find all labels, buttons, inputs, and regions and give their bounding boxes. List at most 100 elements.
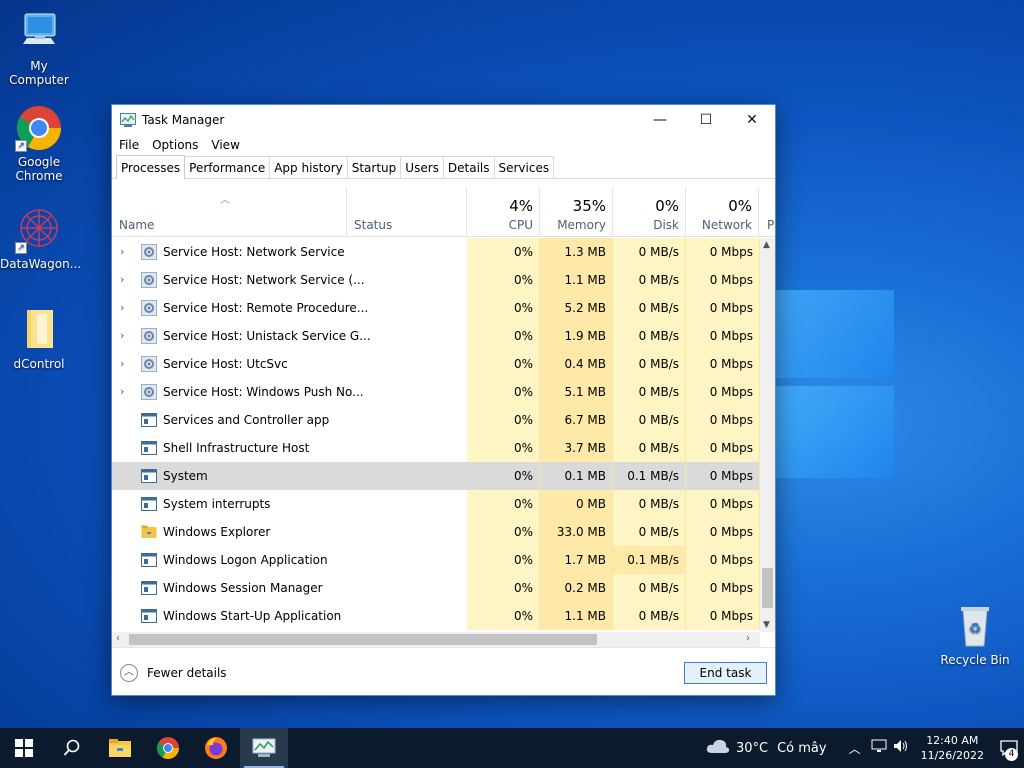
- desktop-icon-datawagon[interactable]: ↗ DataWagon...: [0, 206, 81, 271]
- folder-icon: [141, 524, 157, 540]
- desktop-icon-my-computer[interactable]: My Computer: [0, 8, 78, 87]
- table-row[interactable]: › Service Host: UtcSvc 0% 0.4 MB 0 MB/s 0 Mbp…: [112, 350, 760, 378]
- tab-users[interactable]: Users: [400, 156, 444, 178]
- column-network[interactable]: 0% Network: [686, 187, 759, 237]
- process-disk: 0 MB/s: [613, 518, 686, 546]
- gear-icon: [141, 384, 157, 400]
- clock[interactable]: 12:40 AM 11/26/2022: [921, 733, 984, 763]
- desktop-icon-recycle-bin[interactable]: ♻ Recycle Bin: [936, 602, 1014, 667]
- vertical-scroll-thumb[interactable]: [762, 568, 773, 608]
- end-task-button[interactable]: End task: [684, 662, 767, 684]
- scroll-left-icon[interactable]: ‹: [116, 633, 120, 644]
- process-cpu: 0%: [467, 322, 540, 350]
- expand-chevron-icon[interactable]: ›: [120, 357, 124, 370]
- vertical-scrollbar[interactable]: ▲ ▼: [760, 238, 775, 632]
- process-network: 0 Mbps: [686, 434, 760, 462]
- table-row[interactable]: System 0% 0.1 MB 0.1 MB/s 0 Mbps: [112, 462, 760, 490]
- process-cpu: 0%: [467, 294, 540, 322]
- shortcut-arrow-icon: ↗: [15, 140, 27, 152]
- desktop-icon-google-chrome[interactable]: ↗ Google Chrome: [0, 104, 78, 183]
- table-row[interactable]: › Service Host: Network Service 0% 1.3 MB 0 …: [112, 238, 760, 266]
- network-icon[interactable]: [871, 739, 887, 757]
- table-row[interactable]: Windows Session Manager 0% 0.2 MB 0 MB/s 0 M…: [112, 574, 760, 602]
- window-icon: [141, 412, 157, 428]
- expand-chevron-icon[interactable]: ›: [120, 273, 124, 286]
- column-status[interactable]: Status: [347, 187, 467, 237]
- table-row[interactable]: › Service Host: Network Service (... 0% 1.1…: [112, 266, 760, 294]
- volume-icon[interactable]: [893, 739, 909, 757]
- maximize-button[interactable]: ☐: [683, 105, 729, 135]
- table-row[interactable]: Windows Logon Application 0% 1.7 MB 0.1 MB/…: [112, 546, 760, 574]
- taskbar-chrome[interactable]: [144, 728, 192, 768]
- title-bar[interactable]: Task Manager — ☐ ✕: [112, 105, 775, 135]
- process-network: 0 Mbps: [686, 462, 760, 490]
- table-row[interactable]: Windows Start-Up Application 0% 1.1 MB 0 MB…: [112, 602, 760, 630]
- search-icon: [63, 739, 80, 756]
- process-network: 0 Mbps: [686, 350, 760, 378]
- recycle-bin-icon: ♻: [951, 602, 999, 650]
- notification-button[interactable]: 4: [994, 728, 1024, 768]
- weather-temp[interactable]: 30°C: [736, 741, 768, 756]
- task-manager-icon: [120, 113, 136, 127]
- expand-chevron-icon[interactable]: ›: [120, 245, 124, 258]
- chevron-up-icon[interactable]: ︿: [849, 740, 861, 757]
- expand-chevron-icon[interactable]: ›: [120, 385, 124, 398]
- process-memory: 1.1 MB: [540, 602, 613, 630]
- expand-chevron-icon[interactable]: ›: [120, 301, 124, 314]
- weather-condition[interactable]: Có mây: [777, 741, 827, 756]
- menu-view[interactable]: View: [211, 138, 239, 152]
- window-footer: ︿ Fewer details End task: [112, 647, 775, 695]
- scroll-up-icon[interactable]: ▲: [763, 240, 770, 250]
- column-memory[interactable]: 35% Memory: [540, 187, 613, 237]
- tab-app-history[interactable]: App history: [269, 156, 348, 178]
- minimize-button[interactable]: —: [637, 105, 683, 135]
- chevron-up-icon: ︿: [120, 664, 138, 682]
- tab-startup[interactable]: Startup: [346, 156, 402, 178]
- scroll-right-icon[interactable]: ›: [746, 633, 750, 644]
- cloud-icon[interactable]: [706, 738, 730, 758]
- column-power[interactable]: P: [759, 187, 775, 237]
- process-cpu: 0%: [467, 378, 540, 406]
- process-disk: 0 MB/s: [613, 574, 686, 602]
- column-cpu[interactable]: 4% CPU: [467, 187, 540, 237]
- column-name[interactable]: Name: [112, 187, 347, 237]
- desktop-icon-dcontrol[interactable]: dControl: [0, 306, 78, 371]
- close-button[interactable]: ✕: [729, 105, 775, 135]
- process-memory: 1.7 MB: [540, 546, 613, 574]
- table-row[interactable]: Shell Infrastructure Host 0% 3.7 MB 0 MB/s 0…: [112, 434, 760, 462]
- horizontal-scrollbar[interactable]: ‹ ›: [112, 632, 760, 647]
- table-row[interactable]: Windows Explorer 0% 33.0 MB 0 MB/s 0 Mbps: [112, 518, 760, 546]
- table-header: ︿ Name Status 4% CPU 35% Memory 0% Disk …: [112, 187, 775, 237]
- table-row[interactable]: Services and Controller app 0% 6.7 MB 0 MB/…: [112, 406, 760, 434]
- taskbar-file-explorer[interactable]: [96, 728, 144, 768]
- process-network: 0 Mbps: [686, 518, 760, 546]
- menu-bar: File Options View: [112, 135, 775, 155]
- fewer-details-link[interactable]: ︿ Fewer details: [120, 664, 227, 682]
- tab-details[interactable]: Details: [442, 156, 495, 178]
- tab-processes[interactable]: Processes: [116, 155, 186, 179]
- menu-options[interactable]: Options: [152, 138, 198, 152]
- taskbar-task-manager[interactable]: [240, 728, 288, 768]
- start-button[interactable]: [0, 728, 48, 768]
- shortcut-arrow-icon: ↗: [15, 242, 27, 254]
- horizontal-scroll-thumb[interactable]: [129, 634, 597, 645]
- scroll-down-icon[interactable]: ▼: [763, 620, 770, 630]
- column-disk[interactable]: 0% Disk: [613, 187, 686, 237]
- search-button[interactable]: [48, 728, 96, 768]
- taskbar-firefox[interactable]: [192, 728, 240, 768]
- process-disk: 0.1 MB/s: [613, 462, 686, 490]
- menu-file[interactable]: File: [119, 138, 139, 152]
- tab-services[interactable]: Services: [493, 156, 555, 178]
- process-memory: 0.1 MB: [540, 462, 613, 490]
- desktop-icon-label: dControl: [13, 357, 65, 371]
- table-row[interactable]: › Service Host: Windows Push No... 0% 5.1 M…: [112, 378, 760, 406]
- table-row[interactable]: › Service Host: Unistack Service G... 0% 1.…: [112, 322, 760, 350]
- tab-performance[interactable]: Performance: [184, 156, 271, 178]
- expand-chevron-icon[interactable]: ›: [120, 329, 124, 342]
- process-network: 0 Mbps: [686, 574, 760, 602]
- table-row[interactable]: System interrupts 0% 0 MB 0 MB/s 0 Mbps: [112, 490, 760, 518]
- process-memory: 3.7 MB: [540, 434, 613, 462]
- process-memory: 0.4 MB: [540, 350, 613, 378]
- chrome-icon: ↗: [15, 104, 63, 152]
- table-row[interactable]: › Service Host: Remote Procedure... 0% 5.2 …: [112, 294, 760, 322]
